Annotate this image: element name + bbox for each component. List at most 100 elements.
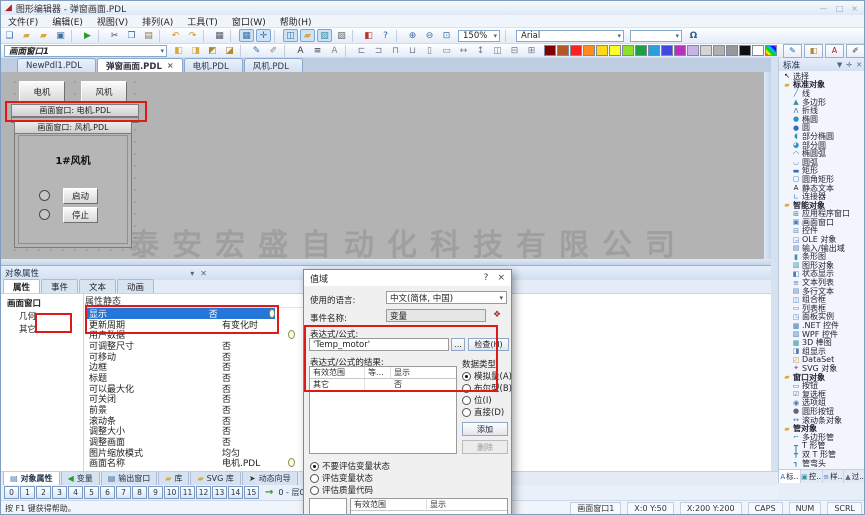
color-swatch[interactable]: [661, 45, 673, 56]
maximize-button[interactable]: □: [836, 4, 844, 13]
pen-style-icon[interactable]: ✎: [249, 44, 264, 57]
pattern-style-icon[interactable]: ◩: [205, 44, 220, 57]
dialog-title-bar[interactable]: 值域 ? ×: [304, 270, 511, 286]
align-right-icon[interactable]: ⊐: [371, 44, 386, 57]
color-swatch[interactable]: [687, 45, 699, 56]
canvas-vertical-scrollbar[interactable]: [764, 72, 771, 259]
distribute-vertical-icon[interactable]: ↕: [473, 44, 488, 57]
layer-button[interactable]: 8: [132, 486, 147, 499]
datatype-radio[interactable]: 布尔型(B): [462, 382, 512, 394]
separator[interactable]: [284, 45, 290, 57]
layer-button[interactable]: 5: [84, 486, 99, 499]
color-swatch[interactable]: [622, 45, 634, 56]
font-color-icon[interactable]: A: [825, 44, 844, 58]
dock-panel-tab[interactable]: ▰ SVG 库: [190, 472, 240, 486]
evaluation-radio[interactable]: 不要评估变量状态: [310, 460, 390, 472]
object-tree-item[interactable]: ◡ 圆弧: [779, 158, 865, 167]
menu-item[interactable]: 帮助(H): [273, 15, 319, 28]
menu-item[interactable]: 窗口(W): [225, 15, 273, 28]
color-swatch[interactable]: [596, 45, 608, 56]
start-button[interactable]: 启动: [63, 188, 98, 204]
grid-icon[interactable]: ▦: [239, 29, 254, 42]
layer-button[interactable]: 1: [20, 486, 35, 499]
result-row[interactable]: 其它 否: [310, 379, 456, 390]
palette-tab[interactable]: ▲ 过..: [844, 470, 865, 483]
fan-button[interactable]: 风机: [81, 81, 127, 103]
picker-icon[interactable]: ✐: [846, 44, 865, 58]
layer-button[interactable]: 3: [52, 486, 67, 499]
radio-icon[interactable]: [310, 486, 319, 495]
datatype-radio[interactable]: 模拟量(A): [462, 370, 512, 382]
separator[interactable]: [396, 30, 402, 42]
separator[interactable]: [230, 30, 236, 42]
center-vertical-icon[interactable]: ▭: [439, 44, 454, 57]
stop-button[interactable]: 停止: [63, 207, 98, 223]
eraser-icon[interactable]: ✐: [266, 44, 281, 57]
window-object-select[interactable]: 画面窗口1▾: [4, 45, 167, 57]
color-swatch[interactable]: [713, 45, 725, 56]
transfer-icon[interactable]: ◧: [361, 29, 376, 42]
layer-button[interactable]: 12: [196, 486, 211, 499]
object-tree-item[interactable]: ▰ 窗口对象: [779, 373, 865, 382]
shade-style-icon[interactable]: ◨: [188, 44, 203, 57]
separator[interactable]: [274, 30, 280, 42]
fill-style-icon[interactable]: ◧: [171, 44, 186, 57]
center-horizontal-icon[interactable]: ▯: [422, 44, 437, 57]
color-swatch[interactable]: [726, 45, 738, 56]
zoom-select[interactable]: 150%▾: [458, 30, 500, 42]
document-tab[interactable]: 电机.PDL: [184, 58, 243, 72]
zoom-in-icon[interactable]: ⊕: [405, 29, 420, 42]
font-family-select[interactable]: Arial▾: [516, 30, 624, 42]
special-character-button[interactable]: Ω: [686, 29, 701, 42]
separator[interactable]: [98, 30, 104, 42]
minimize-button[interactable]: —: [820, 4, 828, 13]
folder-icon[interactable]: ▰: [36, 29, 51, 42]
add-button[interactable]: 添加: [462, 422, 508, 436]
object-tree-item[interactable]: ▰ 标准对象: [779, 81, 865, 90]
image-icon[interactable]: ▧: [317, 29, 332, 42]
panel-splitter[interactable]: [771, 58, 778, 483]
separator[interactable]: [240, 45, 246, 57]
evaluation-radio[interactable]: 评估变量状态: [310, 472, 390, 484]
run-icon[interactable]: ▶: [80, 29, 95, 42]
align-left-icon[interactable]: ⊏: [354, 44, 369, 57]
tree-item[interactable]: 几何: [1, 309, 83, 322]
separator[interactable]: [203, 30, 209, 42]
copy-icon[interactable]: ❐: [124, 29, 139, 42]
pin-icon[interactable]: ✛: [846, 61, 852, 69]
radio-icon[interactable]: [462, 372, 471, 381]
document-tab[interactable]: 弹窗画面.PDL ×: [97, 58, 183, 72]
menu-item[interactable]: 编辑(E): [45, 15, 90, 28]
zoom-out-icon[interactable]: ⊖: [422, 29, 437, 42]
datatype-radio[interactable]: 直接(D): [462, 406, 512, 418]
variable-icon[interactable]: ❖: [493, 310, 501, 320]
close-icon[interactable]: ✕: [856, 61, 862, 69]
properties-tab[interactable]: 动画: [117, 279, 154, 293]
tab-close-icon[interactable]: ×: [167, 61, 174, 70]
object-tree-item[interactable]: ↔ 滚动条对象: [779, 416, 865, 425]
dock-panel-tab[interactable]: ➤ 动态向导: [242, 472, 298, 486]
align-bottom-icon[interactable]: ⊔: [405, 44, 420, 57]
palette-tab[interactable]: A 标..: [779, 470, 801, 483]
object-tree-item[interactable]: ▲ 多边形: [779, 98, 865, 107]
color-swatch[interactable]: [752, 45, 764, 56]
gradient-style-icon[interactable]: ◪: [222, 44, 237, 57]
library-icon[interactable]: ▰: [300, 29, 315, 42]
language-select[interactable]: 中文(简体, 中国) ▾: [386, 291, 507, 304]
layers-icon[interactable]: ◫: [283, 29, 298, 42]
color-swatch[interactable]: [544, 45, 556, 56]
separator[interactable]: [71, 30, 77, 42]
expression-input[interactable]: 'Temp_motor': [309, 338, 449, 351]
color-swatch[interactable]: [674, 45, 686, 56]
document-tab[interactable]: 风机.PDL: [244, 58, 303, 72]
save-icon[interactable]: ▣: [53, 29, 68, 42]
cut-icon[interactable]: ✂: [107, 29, 122, 42]
chevron-down-icon[interactable]: ▼: [837, 61, 842, 69]
color-swatch[interactable]: [739, 45, 751, 56]
layer-button[interactable]: 14: [228, 486, 243, 499]
layer-button[interactable]: 4: [68, 486, 83, 499]
object-tree-item[interactable]: ◠ 椭圆弧: [779, 149, 865, 158]
align-top-icon[interactable]: ⊓: [388, 44, 403, 57]
radio-icon[interactable]: [462, 396, 471, 405]
picture-window-fan[interactable]: 画面窗口: 风机.PDL 1#风机 启动 停止: [14, 121, 132, 248]
